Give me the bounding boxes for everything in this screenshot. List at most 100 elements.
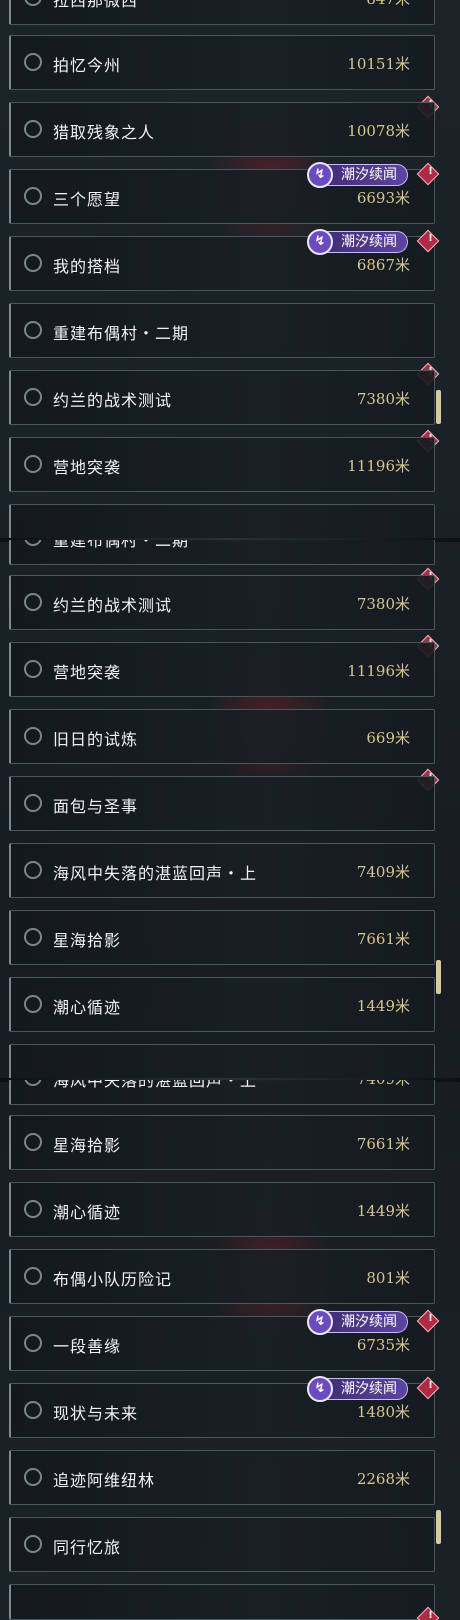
quest-item[interactable]: 拉西那微西 847米 (9, 0, 435, 25)
quest-marker-icon (24, 321, 42, 339)
quest-item[interactable]: 海风中失落的湛蓝回声・上 7409米 (9, 1080, 435, 1105)
quest-distance: 7380米 (356, 595, 410, 613)
quest-name: 我的搭档 (53, 257, 122, 276)
quest-distance: 6693米 (356, 189, 410, 207)
tide-tag: ↯ 潮汐续闻 (307, 1309, 408, 1335)
quest-item[interactable]: 猎取残象之人 10078米 (9, 102, 435, 157)
quest-marker-icon (24, 1401, 42, 1419)
quest-distance: 7409米 (357, 1080, 410, 1089)
quest-distance: 2268米 (356, 1470, 410, 1488)
quest-item[interactable]: 约兰的战术测试 7380米 (9, 370, 435, 425)
quest-distance: 11196米 (347, 662, 410, 680)
quest-distance: 669米 (366, 729, 410, 747)
quest-distance: 7409米 (356, 863, 410, 881)
quest-item[interactable]: 布偶小队历险记 801米 (9, 1249, 435, 1304)
scrollbar-thumb[interactable] (436, 390, 441, 424)
quest-name: 星海拾影 (53, 1136, 122, 1155)
quest-marker-icon (24, 254, 42, 272)
quest-item[interactable]: 星海拾影 7661米 (9, 910, 435, 965)
quest-marker-icon (24, 540, 42, 546)
quest-name: 同行忆旅 (53, 1538, 122, 1557)
quest-distance: 6735米 (356, 1336, 410, 1354)
scrollbar-thumb[interactable] (436, 960, 441, 994)
quest-item[interactable]: 约兰的战术测试 7380米 (9, 575, 435, 630)
quest-name: 星海拾影 (53, 931, 122, 950)
quest-item[interactable]: 星海拾影 7661米 (9, 1115, 435, 1170)
quest-marker-icon (24, 727, 42, 745)
tide-tag: ↯ 潮汐续闻 (307, 162, 408, 188)
quest-item[interactable]: 潮心循迹 1449米 (9, 977, 435, 1032)
quest-list-panel-2[interactable]: 重建布偶村・二期 约兰的战术测试 7380米 营地突袭 11196米 旧日的试炼… (0, 540, 460, 1080)
tide-badge-icon: ↯ (307, 1309, 333, 1335)
quest-marker-icon (24, 1080, 42, 1086)
quest-list-panel-1[interactable]: 拉西那微西 847米 拍忆今州 10151米 猎取残象之人 10078米 三个愿… (0, 0, 460, 540)
quest-name: 潮心循迹 (53, 1203, 122, 1222)
tide-badge-icon: ↯ (307, 229, 333, 255)
quest-item-partial[interactable] (9, 504, 435, 540)
quest-distance: 801米 (366, 1269, 410, 1287)
quest-name: 营地突袭 (53, 663, 122, 682)
quest-list-panel-3[interactable]: 海风中失落的湛蓝回声・上 7409米 星海拾影 7661米 潮心循迹 1449米… (0, 1080, 460, 1620)
quest-item[interactable]: 营地突袭 11196米 (9, 437, 435, 492)
quest-item[interactable]: 重建布偶村・二期 (9, 540, 435, 565)
quest-marker-icon (24, 1468, 42, 1486)
quest-name: 营地突袭 (53, 458, 122, 477)
quest-distance: 7380米 (356, 390, 410, 408)
quest-item[interactable]: 重建布偶村・二期 (9, 303, 435, 358)
quest-marker-icon (24, 1133, 42, 1151)
quest-name: 猎取残象之人 (53, 123, 156, 142)
tag-label: 潮汐续闻 (341, 1314, 397, 1330)
quest-item[interactable]: 海风中失落的湛蓝回声・上 7409米 (9, 843, 435, 898)
quest-name: 现状与未来 (53, 1404, 139, 1423)
quest-marker-icon (24, 593, 42, 611)
tide-badge-icon: ↯ (307, 1376, 333, 1402)
quest-item[interactable]: 同行忆旅 (9, 1517, 435, 1572)
quest-item[interactable]: 拍忆今州 10151米 (9, 35, 435, 90)
quest-item[interactable]: 追迹阿维纽林 2268米 (9, 1450, 435, 1505)
quest-name: 面包与圣事 (53, 797, 139, 816)
quest-name: 拍忆今州 (53, 56, 122, 75)
scrollbar-thumb[interactable] (436, 1510, 441, 1544)
quest-name: 潮心循迹 (53, 998, 122, 1017)
quest-marker-icon (24, 388, 42, 406)
quest-distance: 1480米 (356, 1403, 410, 1421)
quest-name: 约兰的战术测试 (53, 391, 173, 410)
tag-label: 潮汐续闻 (341, 234, 397, 250)
quest-name: 重建布偶村・二期 (53, 540, 190, 550)
quest-distance: 7661米 (356, 930, 410, 948)
tag-label: 潮汐续闻 (341, 1381, 397, 1397)
tide-tag: ↯ 潮汐续闻 (307, 1376, 408, 1402)
quest-marker-icon (24, 187, 42, 205)
quest-name: 海风中失落的湛蓝回声・上 (53, 1080, 258, 1090)
quest-name: 布偶小队历险记 (53, 1270, 173, 1289)
quest-distance: 10078米 (347, 122, 410, 140)
quest-item-partial[interactable] (9, 1044, 435, 1080)
quest-distance: 847米 (366, 0, 410, 9)
quest-name: 旧日的试炼 (53, 730, 139, 749)
quest-marker-icon (24, 120, 42, 138)
quest-marker-icon (24, 928, 42, 946)
quest-item[interactable]: 面包与圣事 (9, 776, 435, 831)
quest-item[interactable]: 潮心循迹 1449米 (9, 1182, 435, 1237)
quest-name: 拉西那微西 (53, 0, 139, 10)
quest-name: 重建布偶村・二期 (53, 324, 190, 343)
quest-distance: 1449米 (356, 997, 410, 1015)
quest-marker-icon (24, 861, 42, 879)
quest-distance: 1449米 (356, 1202, 410, 1220)
quest-name: 约兰的战术测试 (53, 596, 173, 615)
quest-item-partial[interactable] (9, 1584, 435, 1620)
quest-item[interactable]: 营地突袭 11196米 (9, 642, 435, 697)
quest-marker-icon (24, 1267, 42, 1285)
quest-distance: 10151米 (347, 55, 410, 73)
quest-item[interactable]: 旧日的试炼 669米 (9, 709, 435, 764)
quest-name: 海风中失落的湛蓝回声・上 (53, 864, 258, 883)
quest-distance: 6867米 (356, 256, 410, 274)
quest-marker-icon (24, 1334, 42, 1352)
quest-marker-icon (24, 995, 42, 1013)
quest-distance: 11196米 (347, 457, 410, 475)
quest-marker-icon (24, 1200, 42, 1218)
quest-name: 三个愿望 (53, 190, 122, 209)
quest-marker-icon (24, 0, 42, 6)
quest-marker-icon (24, 455, 42, 473)
quest-marker-icon (24, 1535, 42, 1553)
